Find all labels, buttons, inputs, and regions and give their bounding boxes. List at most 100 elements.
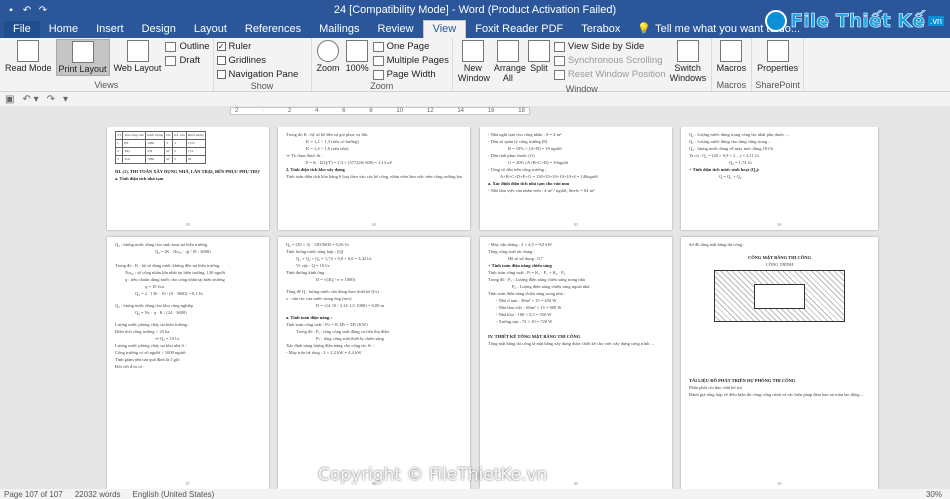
new-window-label: New Window [457,63,490,83]
save-small-icon[interactable]: ▣ [5,94,14,105]
page-line: - Nhà làm việc : 60m² × 15 = 900 W [496,305,562,310]
page-number: 86 [777,222,782,227]
split-label: Split [530,63,548,73]
ruler-tick: 10 [396,108,404,114]
one-page-button[interactable]: One Page [372,40,449,53]
group-show: ✓ Ruler Gridlines Navigation Pane Show [214,38,312,91]
page-line: Trong đó : P₁ : Lượng điện năng chiếu sá… [488,277,585,282]
zoom-100-icon [346,40,369,62]
new-window-button[interactable]: New Window [456,39,490,84]
page-90[interactable]: Sơ đồ tổng mặt bằng thi công : CÔNG MẶT … [681,237,878,489]
page-formula: D = √(4·10 / 3,14·1,5·1000) = 0,09 m [316,303,385,308]
print-layout-button[interactable]: Print Layout [55,39,110,76]
page-84[interactable]: Trong đó K : hệ số kể đến sự gió phục vụ… [278,127,470,230]
page-line: - Nhà kho : 100 × 5,5 = 550 W [496,312,552,317]
split-icon [527,40,550,62]
group-label-sharepoint: SharePoint [755,80,800,90]
status-bar: Page 107 of 107 22032 words English (Uni… [0,489,950,499]
tab-terabox[interactable]: Terabox [572,21,629,38]
diagram-title: CÔNG MẶT BẰNG THI CÔNG [747,255,812,260]
page-86[interactable]: Q₂ : Lượng nước dùng trong công tác nhất… [681,127,878,230]
draft-button[interactable]: Draft [165,54,209,67]
page-line: - Tổng số dân trên công trường : [488,167,547,172]
tab-design[interactable]: Design [133,21,185,38]
ruler-tick: 4 [315,108,319,114]
undo-small-icon[interactable]: ↶ ▾ [22,94,38,105]
tab-file[interactable]: File [4,21,40,38]
tab-view[interactable]: View [422,20,467,38]
tab-references[interactable]: References [236,21,310,38]
page-85[interactable]: - Nhà nghỉ tạm cho công nhân : S = 4 m² … [480,127,672,230]
reset-window-position-button[interactable]: Reset Window Position [553,68,666,81]
tab-review[interactable]: Review [369,21,423,38]
ribbon-view: Read Mode Print Layout Web Layout Outlin… [0,38,950,94]
language-indicator[interactable]: English (United States) [133,490,215,499]
magnifier-icon [317,40,340,62]
group-zoom: Zoom 100% One Page Multiple Pages Page W… [312,38,453,91]
arrange-all-button[interactable]: Arrange All [492,39,526,84]
customize-qat-icon[interactable]: ▾ [63,94,68,105]
page-line: Q = Q₁ + Q₂ [719,174,742,179]
reset-window-position-label: Reset Window Position [567,69,666,80]
page-line: Trong đó : Pₐ : tổng công suất động cơ t… [296,329,389,334]
lightbulb-icon: 💡 [637,23,652,35]
tab-insert[interactable]: Insert [87,21,133,38]
tab-foxit-reader-pdf[interactable]: Foxit Reader PDF [466,21,572,38]
group-label-macros: Macros [716,80,747,90]
redo-small-icon[interactable]: ↷ [47,94,55,105]
ruler-tick: 16 [487,108,495,114]
page-line: Pₛ : tổng công suất thiết bị chiếu sáng [316,336,384,341]
page-formula: Q₃ = (30 × 3) · 130/3600 = 0,56 l/s [286,242,349,247]
properties-button[interactable]: Properties [755,39,800,74]
tab-mailings[interactable]: Mailings [310,21,368,38]
page-line: Q₂ : Lượng nước dùng trong công tác nhất… [689,132,789,137]
multiple-pages-button[interactable]: Multiple Pages [372,54,449,67]
page-line: Xác định năng lượng điện năng cho công t… [286,343,374,348]
page-line: - Máy trộn bê tông : 2 × 2,2 kW = 4,4 kW [286,350,362,355]
web-layout-button[interactable]: Web Layout [112,39,164,74]
read-mode-button[interactable]: Read Mode [3,39,54,74]
navigation-pane-checkbox[interactable]: Navigation Pane [216,68,298,81]
page-89[interactable]: - Máy vận thăng : 2 × 4,5 = 9,0 kW Tổng … [480,237,672,489]
save-icon[interactable]: ▪ [4,5,18,16]
split-button[interactable]: Split [526,39,552,74]
switch-windows-button[interactable]: Switch Windows [668,39,708,84]
page-line: Tính toán công suất : Pₗ = K₁ · P₁ + K₂ … [488,270,566,275]
macros-button[interactable]: Macros [715,39,749,74]
zoom-100-button[interactable]: 100% [344,39,371,74]
page-line: Diện tích công trường < 25 ha [115,329,170,334]
building-footprint [753,283,806,309]
page-number: 89 [574,481,578,486]
page-line: K = 1,4 ÷ 1,6 (nếu nhỏ) [306,146,349,151]
draft-label: Draft [179,55,201,66]
undo-icon[interactable]: ↶ [20,5,34,16]
zoom-level[interactable]: 30% [926,490,950,499]
side-by-side-icon [553,41,565,52]
tab-home[interactable]: Home [40,21,87,38]
gridlines-checkbox[interactable]: Gridlines [216,54,299,67]
page-87[interactable]: Q₃ : lượng nước dùng cho sinh hoạt tại h… [107,237,269,489]
outline-button[interactable]: Outline [165,40,210,53]
page-line: P₂ : Lượng điện năng chiếu sáng ngoài nh… [512,284,590,289]
page-line: - Nhà ở tạm : 30m² × 15 = 450 W [496,298,557,303]
ruler-checkbox[interactable]: ✓ Ruler [216,40,299,53]
tab-layout[interactable]: Layout [185,21,236,38]
diagram-subtitle: CÔNG TRÌNH [765,262,794,267]
read-mode-label: Read Mode [5,63,52,73]
page-count[interactable]: Page 107 of 107 [4,490,63,499]
view-side-by-side-button[interactable]: View Side by Side [553,40,666,53]
document-area[interactable]: TT Tên công việc Khối lượng ĐV KL vận Khối lư… [0,127,950,489]
page-line: Q₁ : Lượng nước dùng cho từng cũng trong… [689,139,772,144]
horizontal-ruler[interactable]: 2 · 2 4 6 8 10 12 14 16 18 [0,106,950,116]
word-count[interactable]: 22032 words [75,490,121,499]
page-formula: q = 10 l/ca [145,284,165,289]
redo-icon[interactable]: ↷ [36,5,50,16]
page-width-button[interactable]: Page Width [372,68,449,81]
page-line: A+B+C+D+E+G = 130+55+10+10+10+4 = 140ngư… [500,174,598,179]
web-layout-icon [126,40,149,62]
zoom-button[interactable]: Zoom [315,39,342,74]
page-83[interactable]: TT Tên công việc Khối lượng ĐV KL vận Khối lư… [107,127,269,230]
page-line: Đối với đ in có : [115,364,145,369]
page-88[interactable]: Q₃ = (30 × 3) · 130/3600 = 0,56 l/s Tính… [278,237,470,489]
synchronous-scrolling-button[interactable]: Synchronous Scrolling [553,54,666,67]
